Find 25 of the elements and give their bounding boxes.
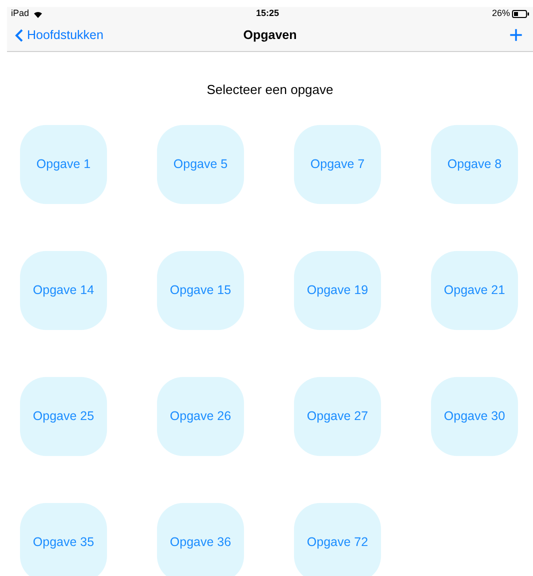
exercise-button[interactable]: Opgave 27 xyxy=(294,376,381,456)
nav-title: Opgaven xyxy=(243,27,297,44)
exercise-button[interactable]: Opgave 72 xyxy=(294,502,381,576)
exercise-button[interactable]: Opgave 21 xyxy=(431,250,518,330)
exercise-button[interactable]: Opgave 7 xyxy=(294,124,381,204)
back-button[interactable]: Hoofdstukken xyxy=(15,26,104,45)
clock: 15:25 xyxy=(256,6,280,20)
exercise-button[interactable]: Opgave 26 xyxy=(157,376,244,456)
battery-percent: 26% xyxy=(492,6,510,20)
exercise-button[interactable]: Opgave 19 xyxy=(294,250,381,330)
exercise-button[interactable]: Opgave 8 xyxy=(431,124,518,204)
exercise-button[interactable]: Opgave 35 xyxy=(20,502,107,576)
exercise-button[interactable]: Opgave 25 xyxy=(20,376,107,456)
wifi-icon xyxy=(33,10,44,18)
exercise-button[interactable]: Opgave 36 xyxy=(157,502,244,576)
exercise-button[interactable]: Opgave 1 xyxy=(20,124,107,204)
device-name: iPad xyxy=(11,6,30,20)
exercise-button[interactable]: Opgave 14 xyxy=(20,250,107,330)
exercise-button[interactable]: Opgave 30 xyxy=(431,376,518,456)
battery-icon xyxy=(512,10,529,18)
page-heading: Selecteer een opgave xyxy=(206,81,334,99)
chevron-left-icon xyxy=(15,29,23,42)
exercise-button[interactable]: Opgave 5 xyxy=(157,124,244,204)
add-button[interactable]: + xyxy=(508,24,523,48)
exercise-button[interactable]: Opgave 15 xyxy=(157,250,244,330)
